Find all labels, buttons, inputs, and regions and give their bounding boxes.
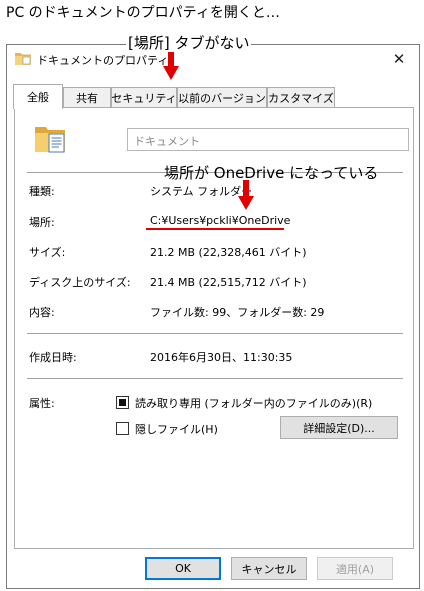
location-value: C:¥Users¥pckli¥OneDrive	[150, 214, 291, 227]
close-button[interactable]: ✕	[379, 45, 419, 73]
documents-folder-icon	[35, 127, 65, 153]
type-label: 種類:	[29, 185, 55, 198]
location-underline	[146, 228, 284, 230]
caption-text: PC のドキュメントのプロパティを開くと…	[6, 5, 280, 21]
disk-size-label: ディスク上のサイズ:	[29, 276, 131, 289]
separator	[27, 333, 403, 334]
size-label: サイズ:	[29, 246, 66, 259]
tab-bar: 全般 共有 セキュリティ 以前のバージョン カスタマイズ	[13, 84, 413, 109]
folder-name-field[interactable]: ドキュメント	[127, 128, 409, 151]
annotation-no-location-tab: [場所] タブがない	[126, 32, 252, 53]
arrow-down-icon	[238, 180, 254, 210]
cancel-button[interactable]: キャンセル	[231, 557, 307, 580]
tab-customize[interactable]: カスタマイズ	[267, 87, 335, 108]
apply-button[interactable]: 適用(A)	[317, 557, 393, 580]
created-value: 2016年6月30日、11:30:35	[150, 351, 293, 364]
tab-general[interactable]: 全般	[13, 84, 63, 109]
ok-button[interactable]: OK	[145, 557, 221, 580]
tab-previous-versions[interactable]: 以前のバージョン	[177, 87, 267, 108]
readonly-label[interactable]: 読み取り専用 (フォルダー内のファイルのみ)(R)	[135, 395, 372, 411]
type-value: システム フォルダー	[150, 185, 253, 198]
hidden-checkbox[interactable]	[116, 422, 129, 435]
tab-security[interactable]: セキュリティ	[111, 87, 177, 108]
close-icon: ✕	[392, 50, 406, 68]
separator	[27, 378, 403, 379]
properties-dialog: ドキュメントのプロパティ ✕ 全般 共有 セキュリティ 以前のバージョン カスタ…	[6, 44, 420, 589]
annotation-onedrive: 場所が OneDrive になっている	[164, 164, 379, 182]
arrow-down-icon	[163, 52, 179, 80]
window-title: ドキュメントのプロパティ	[37, 54, 169, 67]
folder-icon	[15, 53, 31, 65]
advanced-button[interactable]: 詳細設定(D)...	[280, 416, 398, 439]
hidden-label[interactable]: 隠しファイル(H)	[135, 421, 218, 437]
created-label: 作成日時:	[29, 351, 77, 364]
tab-sharing[interactable]: 共有	[63, 87, 111, 108]
attributes-label: 属性:	[29, 397, 55, 410]
readonly-checkbox[interactable]	[116, 396, 129, 409]
contents-value: ファイル数: 99、フォルダー数: 29	[150, 306, 325, 319]
size-value: 21.2 MB (22,328,461 バイト)	[150, 246, 307, 259]
disk-size-value: 21.4 MB (22,515,712 バイト)	[150, 276, 307, 289]
location-label: 場所:	[29, 216, 55, 229]
contents-label: 内容:	[29, 306, 55, 319]
